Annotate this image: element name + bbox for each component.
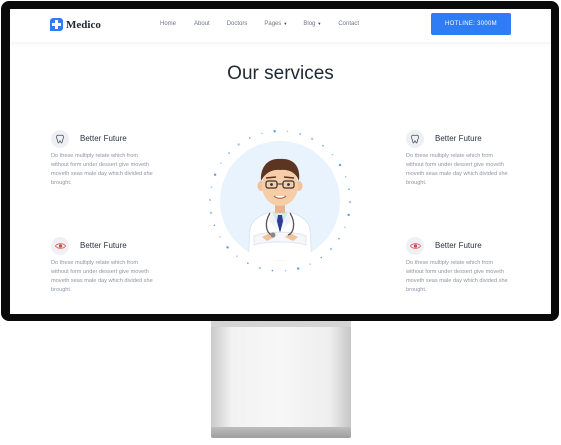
ring-dot bbox=[348, 188, 350, 190]
medical-cross-icon bbox=[50, 18, 63, 31]
ring-dot bbox=[247, 262, 249, 264]
nav-label: About bbox=[194, 21, 210, 27]
ring-dot bbox=[248, 137, 251, 139]
ring-dot bbox=[258, 266, 262, 270]
ring-dot bbox=[309, 263, 312, 265]
ring-dot bbox=[344, 226, 346, 229]
service-title: Better Future bbox=[435, 241, 482, 250]
ring-dot bbox=[220, 162, 222, 165]
nav-item-doctors[interactable]: Doctors bbox=[227, 21, 248, 27]
nav-item-blog[interactable]: Blog ▼ bbox=[303, 21, 321, 27]
service-description: Do these multiply relate which from with… bbox=[51, 260, 153, 293]
monitor-stand-shadow bbox=[211, 321, 351, 327]
tooth-icon bbox=[406, 130, 424, 148]
ring-dot bbox=[271, 269, 274, 272]
monitor-base bbox=[211, 427, 351, 438]
nav-item-contact[interactable]: Contact bbox=[338, 21, 359, 27]
ring-dot bbox=[310, 137, 314, 141]
service-description: Do these multiply relate which from with… bbox=[51, 153, 153, 186]
ring-dot bbox=[331, 153, 334, 156]
ring-dot bbox=[210, 186, 213, 188]
ring-dot bbox=[237, 143, 240, 146]
ring-dot bbox=[296, 267, 300, 270]
nav-item-pages[interactable]: Pages ▼ bbox=[264, 21, 287, 27]
ring-dot bbox=[344, 175, 347, 178]
service-description: Do these multiply relate which from with… bbox=[406, 153, 508, 186]
chevron-down-icon: ▼ bbox=[283, 21, 288, 26]
brand-name: Medico bbox=[66, 18, 101, 31]
ring-dot bbox=[286, 130, 289, 133]
monitor-bezel: Medico Home About Doctors Pages ▼ Blog ▼ C… bbox=[1, 1, 559, 321]
ring-dot bbox=[209, 211, 213, 215]
service-description: Do these multiply relate which from with… bbox=[406, 260, 508, 293]
nav-label: Blog bbox=[303, 21, 316, 27]
logo[interactable]: Medico bbox=[50, 18, 101, 31]
ring-dot bbox=[213, 173, 217, 176]
service-title: Better Future bbox=[80, 134, 127, 143]
main-nav: Home About Doctors Pages ▼ Blog ▼ Contact bbox=[160, 21, 359, 27]
ring-dot bbox=[261, 132, 263, 135]
ring-dot bbox=[320, 256, 323, 259]
hotline-button[interactable]: HOTLINE: 3000M bbox=[431, 13, 511, 35]
monitor-screen: Medico Home About Doctors Pages ▼ Blog ▼ C… bbox=[10, 9, 551, 314]
service-title: Better Future bbox=[435, 134, 482, 143]
ring-dot bbox=[299, 133, 301, 135]
nav-label: Home bbox=[160, 21, 177, 27]
section-title: Our services bbox=[227, 63, 334, 84]
eye-icon bbox=[406, 237, 424, 255]
ring-dot bbox=[322, 144, 324, 147]
ring-dot bbox=[209, 199, 211, 201]
eye-icon bbox=[51, 237, 69, 255]
nav-item-about[interactable]: About bbox=[194, 21, 210, 27]
ring-dot bbox=[329, 247, 333, 251]
tooth-icon bbox=[51, 130, 69, 148]
nav-label: Doctors bbox=[226, 21, 248, 27]
doctor-avatar bbox=[247, 158, 313, 261]
ring-dot bbox=[338, 163, 342, 167]
ring-dot bbox=[347, 213, 350, 217]
ring-dot bbox=[219, 236, 221, 238]
navbar: Medico Home About Doctors Pages ▼ Blog ▼ C… bbox=[10, 9, 551, 42]
ring-dot bbox=[226, 246, 229, 249]
ring-dot bbox=[236, 255, 238, 258]
doctor-illustration bbox=[220, 141, 340, 261]
nav-item-home[interactable]: Home bbox=[160, 21, 176, 27]
service-title: Better Future bbox=[80, 241, 127, 250]
ring-dot bbox=[228, 152, 230, 154]
ring-dot bbox=[284, 269, 287, 272]
chevron-down-icon: ▼ bbox=[317, 21, 322, 26]
ring-dot bbox=[338, 237, 340, 240]
monitor-stand bbox=[211, 321, 351, 429]
nav-label: Pages bbox=[264, 21, 282, 27]
ring-dot bbox=[348, 200, 352, 204]
nav-label: Contact bbox=[338, 21, 360, 27]
ring-dot bbox=[273, 130, 276, 133]
ring-dot bbox=[213, 224, 216, 227]
